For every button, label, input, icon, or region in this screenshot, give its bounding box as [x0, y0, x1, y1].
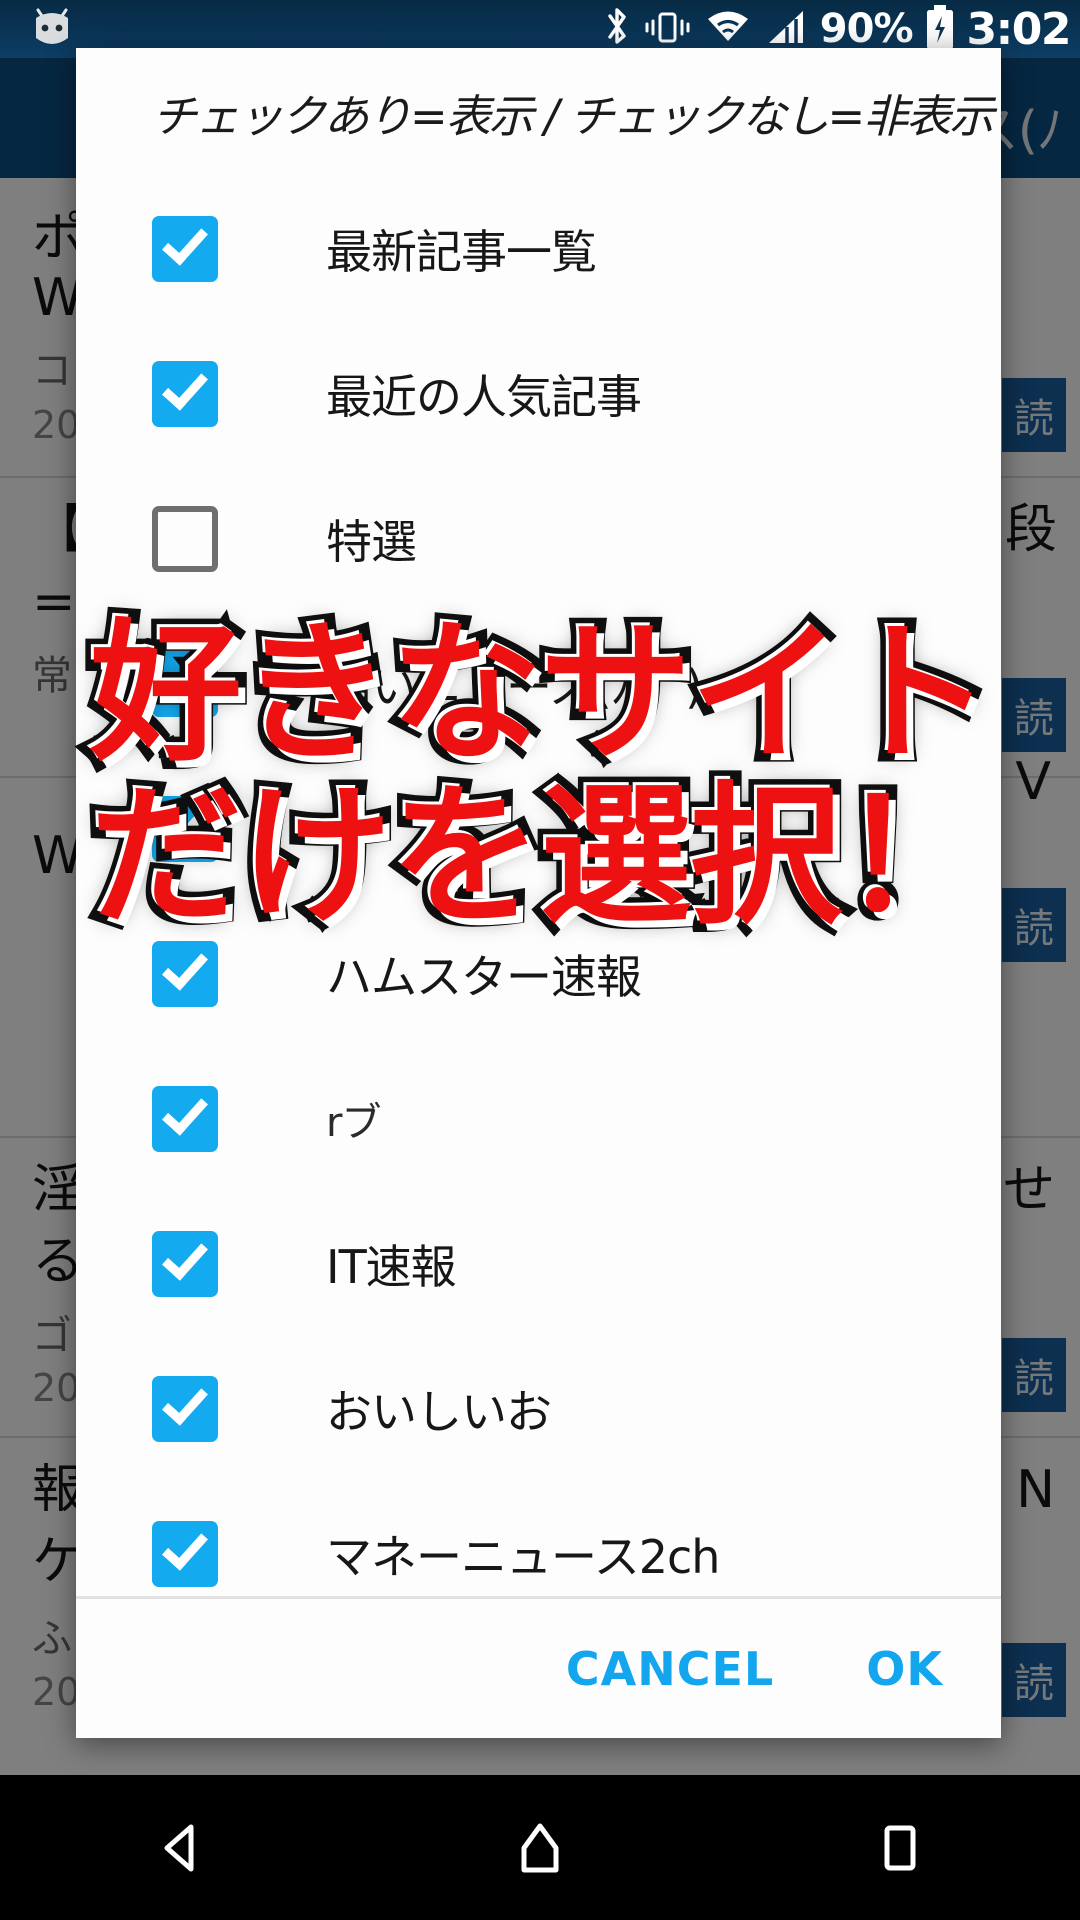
home-icon[interactable] — [450, 1775, 630, 1920]
list-item[interactable]: 最新記事一覧 — [76, 176, 1001, 321]
list-item-label: マネーニュース2ch — [326, 1529, 720, 1584]
list-item-label: 最近の人気記事 — [326, 369, 642, 424]
list-item-label: おいしいお — [326, 1384, 552, 1439]
checkbox-checked[interactable] — [152, 795, 218, 862]
multi-choice-dialog: チェックあり=表示 / チェックなし=非表示 最新記事一覧 最近の人気記事 特選… — [76, 48, 1001, 1738]
checkbox-checked[interactable] — [152, 650, 218, 717]
dialog-action-bar: CANCEL OK — [76, 1599, 1001, 1738]
cancel-button[interactable]: CANCEL — [566, 1642, 774, 1696]
checkbox-checked[interactable] — [152, 1375, 218, 1442]
checkbox-checked[interactable] — [152, 1085, 218, 1152]
checkbox-checked[interactable] — [152, 940, 218, 1007]
vibrate-icon — [643, 5, 691, 53]
clock-label: 3:02 — [966, 3, 1072, 55]
list-item-label: 特選 — [326, 514, 417, 569]
list-item-label: 最新記事一覧 — [326, 224, 597, 279]
list-item[interactable]: おいしいお — [76, 1336, 1001, 1481]
checkbox-checked[interactable] — [152, 360, 218, 427]
bluetooth-icon — [602, 5, 632, 53]
list-item[interactable]: IT速報 — [76, 1191, 1001, 1336]
list-item[interactable]: ハムスター速報 — [76, 901, 1001, 1046]
list-item-label: IT速報 — [326, 1239, 457, 1294]
checkbox-checked[interactable] — [152, 215, 218, 282]
dialog-option-list[interactable]: 最新記事一覧 最近の人気記事 特選 痛いニュース(ﾉ∀`) ハムスター速報 rブ… — [76, 176, 1001, 1596]
checkbox-checked[interactable] — [152, 1520, 218, 1587]
signal-icon — [765, 5, 809, 53]
list-item[interactable]: 痛いニュース(ﾉ∀`) — [76, 611, 1001, 756]
dialog-title: チェックあり=表示 / チェックなし=非表示 — [152, 89, 994, 143]
checkbox-unchecked[interactable] — [152, 505, 218, 572]
list-item[interactable]: 最近の人気記事 — [76, 321, 1001, 466]
list-item[interactable]: 特選 — [76, 466, 1001, 611]
recents-square-icon[interactable] — [810, 1775, 990, 1920]
phone-screen: ス(ﾉ ポ W コ 20 読 【 = 常 段 読 W V 読 淫 る ゴ 20 … — [0, 0, 1080, 1920]
list-item[interactable]: rブ — [76, 1046, 1001, 1191]
list-item-label: rブ — [326, 1099, 381, 1146]
battery-percent-label: 90% — [819, 6, 914, 52]
wifi-icon — [702, 5, 754, 53]
checkbox-checked[interactable] — [152, 1230, 218, 1297]
back-triangle-icon[interactable] — [90, 1775, 270, 1920]
navigation-bar — [0, 1775, 1080, 1920]
list-item[interactable]: マネーニュース2ch — [76, 1481, 1001, 1596]
ok-button[interactable]: OK — [866, 1642, 943, 1696]
list-item-label: 痛いニュース(ﾉ∀`) — [326, 659, 703, 714]
list-item[interactable] — [76, 756, 1001, 901]
list-item-label: ハムスター速報 — [326, 949, 642, 1004]
android-robot-icon — [26, 4, 78, 60]
